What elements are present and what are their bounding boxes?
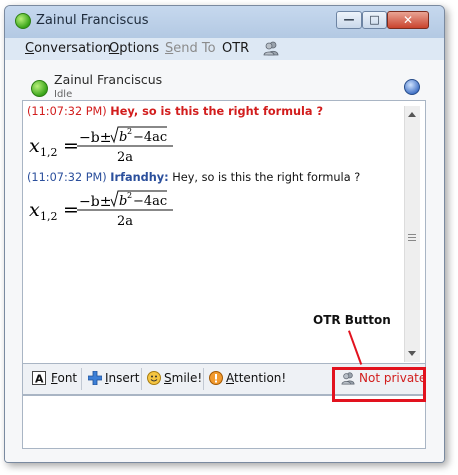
font-icon: A xyxy=(32,371,46,385)
message-sender: Irfandhy: xyxy=(110,171,169,184)
window-title: Zainul Franciscus xyxy=(36,13,149,28)
svg-text:−4ac: −4ac xyxy=(133,130,167,145)
menu-options-rest: ptions xyxy=(119,41,160,56)
toolbar-divider xyxy=(141,368,142,390)
close-button[interactable]: ✕ xyxy=(387,11,429,29)
toolbar-divider xyxy=(203,368,204,390)
smile-mnemonic: S xyxy=(164,371,172,385)
insert-rest: nsert xyxy=(108,371,140,385)
svg-text:=: = xyxy=(63,135,79,157)
message-text: Hey, so is this the right formula ? xyxy=(110,105,324,118)
close-icon: ✕ xyxy=(402,13,414,27)
svg-text:x: x xyxy=(29,199,40,221)
svg-text:−4ac: −4ac xyxy=(133,194,167,209)
menu-send-to-rest: end To xyxy=(173,41,216,56)
menu-options-mnemonic: O xyxy=(109,41,120,56)
smile-rest: mile! xyxy=(171,371,203,385)
scroll-up-icon[interactable] xyxy=(408,112,416,117)
svg-text:1,2: 1,2 xyxy=(40,146,58,159)
menu-conversation-mnemonic: C xyxy=(25,41,35,56)
formula-image: x 1,2 = −b± b 2 −4ac 2a xyxy=(29,126,173,165)
attention-rest: ttention! xyxy=(234,371,287,385)
smile-icon xyxy=(147,371,161,385)
smile-button[interactable]: Smile! xyxy=(164,371,202,385)
menu-otr[interactable]: OTR xyxy=(222,41,249,56)
svg-text:A: A xyxy=(35,373,44,386)
people-icon[interactable] xyxy=(263,40,279,56)
svg-text:x: x xyxy=(29,135,40,157)
message-text: Hey, so is this the right formula ? xyxy=(172,171,361,184)
message-input[interactable] xyxy=(22,395,426,449)
scroll-thumb-grip[interactable] xyxy=(407,232,417,242)
globe-icon[interactable] xyxy=(404,79,420,95)
attention-button[interactable]: Attention! xyxy=(226,371,286,385)
svg-text:−b±: −b± xyxy=(79,194,111,210)
menu-conversation-rest: onversation xyxy=(34,41,111,56)
contact-status-text: Idle xyxy=(54,89,73,100)
chat-scrollbar[interactable] xyxy=(404,106,420,362)
otr-annotation-highlight xyxy=(332,367,426,402)
message-sent: (11:07:32 PM) Irfandhy: Hey, so is this … xyxy=(27,171,360,184)
attention-icon xyxy=(209,371,223,385)
svg-text:2: 2 xyxy=(127,191,132,200)
maximize-button[interactable]: □ xyxy=(362,11,387,29)
minimize-icon: — xyxy=(343,13,355,26)
svg-text:2a: 2a xyxy=(117,150,133,165)
svg-text:2: 2 xyxy=(127,127,132,136)
message-time: (11:07:32 PM) xyxy=(27,105,107,118)
insert-icon xyxy=(88,371,102,385)
attention-mnemonic: A xyxy=(226,371,234,385)
message-time: (11:07:32 PM) xyxy=(27,171,107,184)
otr-annotation-label: OTR Button xyxy=(313,313,391,327)
scroll-down-icon[interactable] xyxy=(408,351,416,356)
svg-text:1,2: 1,2 xyxy=(40,210,58,223)
svg-text:2a: 2a xyxy=(117,214,133,229)
contact-name: Zainul Franciscus xyxy=(54,72,163,87)
maximize-icon: □ xyxy=(369,13,380,26)
svg-text:=: = xyxy=(63,199,79,221)
font-button[interactable]: Font xyxy=(51,371,77,385)
menu-bar: Conversation Options Send To OTR xyxy=(5,38,444,60)
message-received: (11:07:32 PM) Hey, so is this the right … xyxy=(27,105,323,118)
menu-options[interactable]: Options xyxy=(109,41,159,56)
online-status-icon xyxy=(15,13,31,29)
contact-status-icon xyxy=(31,80,48,97)
minimize-button[interactable]: — xyxy=(336,11,362,29)
formula-image: x 1,2 = −b± b 2 −4ac 2a xyxy=(29,190,173,229)
menu-conversation[interactable]: Conversation xyxy=(25,41,111,56)
toolbar-divider xyxy=(81,368,82,390)
menu-send-to[interactable]: Send To xyxy=(165,41,216,56)
svg-text:−b±: −b± xyxy=(79,130,111,146)
title-bar: Zainul Franciscus — □ ✕ xyxy=(5,6,444,38)
font-rest: ont xyxy=(57,371,78,385)
insert-button[interactable]: Insert xyxy=(105,371,139,385)
